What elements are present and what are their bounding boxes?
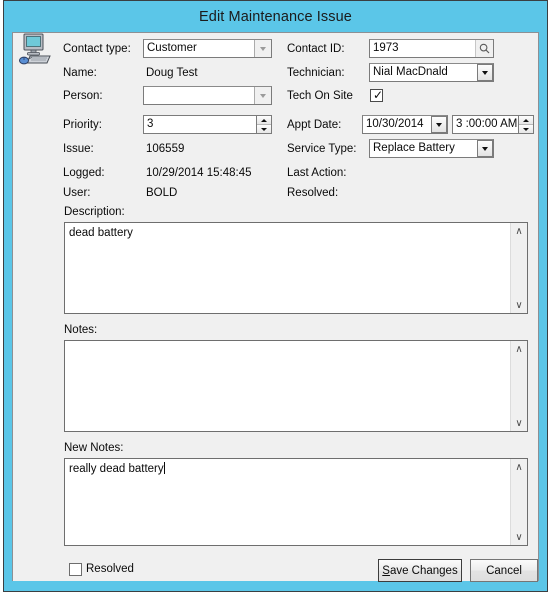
resolved-checkbox[interactable] xyxy=(69,563,82,576)
description-label: Description: xyxy=(64,206,125,218)
search-icon[interactable] xyxy=(475,40,493,57)
spinner-up-icon[interactable] xyxy=(519,116,533,125)
notes-value[interactable] xyxy=(65,341,510,431)
logged-value: 10/29/2014 15:48:45 xyxy=(146,167,252,179)
contact-type-combobox[interactable]: Customer xyxy=(143,39,272,58)
window-title: Edit Maintenance Issue xyxy=(199,8,352,25)
spinner-down-icon[interactable] xyxy=(257,125,271,133)
tech-on-site-checkbox[interactable]: ✓ xyxy=(370,89,383,102)
chevron-down-icon[interactable] xyxy=(477,64,493,81)
service-type-combobox[interactable]: Replace Battery xyxy=(369,139,494,158)
person-combobox[interactable] xyxy=(143,86,272,105)
priority-value[interactable]: 3 xyxy=(143,115,256,134)
scroll-down-icon[interactable]: ∨ xyxy=(511,415,527,431)
appt-time-spinner-buttons[interactable] xyxy=(518,115,534,134)
person-label: Person: xyxy=(63,90,103,102)
chevron-down-icon[interactable] xyxy=(254,87,271,104)
computer-icon xyxy=(17,31,55,69)
service-type-label: Service Type: xyxy=(287,143,357,155)
name-label: Name: xyxy=(63,67,97,79)
issue-value: 106559 xyxy=(146,143,185,155)
logged-label: Logged: xyxy=(63,167,105,179)
scroll-up-icon[interactable]: ∧ xyxy=(511,223,527,239)
appt-time-spinner[interactable]: 3 :00:00 AM xyxy=(452,115,534,134)
service-type-value: Replace Battery xyxy=(373,142,455,154)
technician-combobox[interactable]: Nial MacDnald xyxy=(369,63,494,82)
scroll-down-icon[interactable]: ∨ xyxy=(511,529,527,545)
contact-type-value: Customer xyxy=(147,42,197,54)
contact-id-input[interactable]: 1973 xyxy=(369,39,494,58)
appt-date-value: 10/30/2014 xyxy=(366,118,424,130)
appt-date-picker[interactable]: 10/30/2014 xyxy=(362,115,448,134)
dialog-window: Edit Maintenance Issue Contact type: Cus… xyxy=(3,0,548,592)
priority-spinner-buttons[interactable] xyxy=(256,115,272,134)
user-value: BOLD xyxy=(146,187,178,199)
issue-label: Issue: xyxy=(63,143,94,155)
new-notes-scrollbar[interactable]: ∧ ∨ xyxy=(510,459,527,545)
scroll-up-icon[interactable]: ∧ xyxy=(511,459,527,475)
technician-value: Nial MacDnald xyxy=(373,66,448,78)
user-label: User: xyxy=(63,187,91,199)
check-icon: ✓ xyxy=(373,88,384,102)
description-value[interactable]: dead battery xyxy=(65,223,510,313)
new-notes-label: New Notes: xyxy=(64,442,124,454)
resolved-readonly-label: Resolved: xyxy=(287,187,339,199)
notes-scrollbar[interactable]: ∧ ∨ xyxy=(510,341,527,431)
new-notes-content[interactable]: really dead battery xyxy=(65,459,510,545)
appt-date-label: Appt Date: xyxy=(287,119,342,131)
priority-label: Priority: xyxy=(63,119,102,131)
notes-textarea[interactable]: ∧ ∨ xyxy=(64,340,528,432)
text-caret xyxy=(163,462,165,474)
description-textarea[interactable]: dead battery ∧ ∨ xyxy=(64,222,528,314)
priority-spinner[interactable]: 3 xyxy=(143,115,272,134)
appt-time-value[interactable]: 3 :00:00 AM xyxy=(452,115,518,134)
cancel-button[interactable]: Cancel xyxy=(470,559,538,582)
description-scrollbar[interactable]: ∧ ∨ xyxy=(510,223,527,313)
save-accel: S xyxy=(382,564,390,577)
resolved-checkbox-label: Resolved xyxy=(86,563,134,575)
scroll-up-icon[interactable]: ∧ xyxy=(511,341,527,357)
spinner-up-icon[interactable] xyxy=(257,116,271,125)
name-value: Doug Test xyxy=(146,67,198,79)
contact-type-label: Contact type: xyxy=(63,43,131,55)
new-notes-textarea[interactable]: really dead battery ∧ ∨ xyxy=(64,458,528,546)
spinner-down-icon[interactable] xyxy=(519,125,533,133)
save-changes-button[interactable]: Save Changes xyxy=(378,559,462,582)
notes-label: Notes: xyxy=(64,324,98,336)
save-label-rest: ave Changes xyxy=(389,564,458,577)
scroll-down-icon[interactable]: ∨ xyxy=(511,297,527,313)
new-notes-value: really dead battery xyxy=(69,463,164,475)
cancel-label: Cancel xyxy=(486,564,522,577)
tech-on-site-label: Tech On Site xyxy=(287,90,353,102)
contact-id-value: 1973 xyxy=(373,42,399,54)
contact-id-label: Contact ID: xyxy=(287,43,345,55)
title-bar: Edit Maintenance Issue xyxy=(4,1,547,32)
chevron-down-icon[interactable] xyxy=(477,140,493,157)
technician-label: Technician: xyxy=(287,67,345,79)
chevron-down-icon[interactable] xyxy=(431,116,447,133)
last-action-label: Last Action: xyxy=(287,167,347,179)
chevron-down-icon[interactable] xyxy=(254,40,271,57)
